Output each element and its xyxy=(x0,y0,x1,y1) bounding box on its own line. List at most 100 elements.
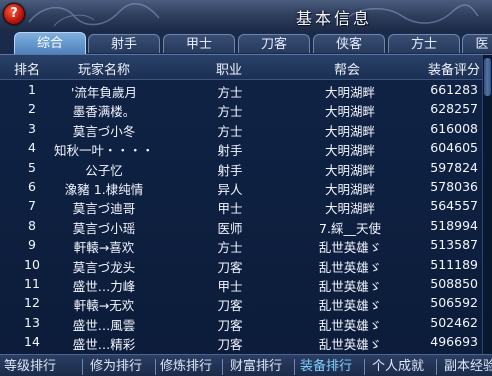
tab-equipment-ranking[interactable]: 装备排行 xyxy=(300,358,352,376)
table-row[interactable]: 8 莫言づ小瑶 医师 7.綵__天使 518994 xyxy=(0,217,482,236)
guild-cell: 乱世英雄ゞ xyxy=(318,298,382,314)
guild-cell: 乱世英雄ゞ xyxy=(318,259,382,275)
table-row[interactable]: 13 盛世…風雲 刀客 乱世英雄ゞ 502462 xyxy=(0,314,482,333)
job-cell: 刀客 xyxy=(217,317,243,333)
table-row[interactable]: 12 軒轅→无欢 刀客 乱世英雄ゞ 506592 xyxy=(0,294,482,313)
job-cell: 甲士 xyxy=(217,279,243,294)
player-name-cell: 軒轅→无欢 xyxy=(73,298,135,314)
scrollbar[interactable] xyxy=(482,55,492,355)
tab-mage[interactable]: 方士 xyxy=(388,34,460,53)
tab-cultivation-ranking[interactable]: 修为排行 xyxy=(90,358,142,376)
score-cell: 496693 xyxy=(430,334,478,350)
player-name-cell: 公子忆 xyxy=(85,162,123,178)
scrollbar-thumb[interactable] xyxy=(484,58,491,96)
help-button[interactable]: ? xyxy=(3,3,25,25)
table-row[interactable]: 11 盛世…力峰 甲士 乱世英雄ゞ 508850 xyxy=(0,275,482,294)
table-row[interactable]: 1 '流年負歲月 方士 大明湖畔 661283 xyxy=(0,81,482,100)
header-name[interactable]: 玩家名称 xyxy=(78,59,130,78)
guild-cell: 乱世英雄ゞ xyxy=(318,279,382,294)
guild-cell: 大明湖畔 xyxy=(324,123,375,139)
player-name-cell: 軒轅→喜欢 xyxy=(73,240,135,256)
score-cell: 616008 xyxy=(430,120,478,136)
score-cell: 513587 xyxy=(430,237,478,253)
tab-warrior[interactable]: 甲士 xyxy=(163,34,235,53)
score-cell: 628257 xyxy=(430,101,478,117)
tab-personal-achievement[interactable]: 个人成就 xyxy=(372,358,424,376)
score-cell: 508850 xyxy=(430,276,478,291)
table-row[interactable]: 5 公子忆 射手 大明湖畔 597824 xyxy=(0,159,482,178)
rank-cell: 14 xyxy=(24,334,40,350)
header-score[interactable]: 装备评分 xyxy=(428,59,480,78)
tab-dungeon-exp[interactable]: 副本经验 xyxy=(444,358,492,376)
ornament-swirl-icon xyxy=(28,2,160,27)
rank-cell: 8 xyxy=(28,217,36,233)
score-cell: 564557 xyxy=(430,198,478,214)
ranking-category-bar: 等级排行 修为排行 修炼排行 财富排行 装备排行 个人成就 副本经验 xyxy=(0,354,492,376)
job-cell: 刀客 xyxy=(217,337,243,353)
guild-cell: 大明湖畔 xyxy=(324,162,375,178)
guild-cell: 乱世英雄ゞ xyxy=(318,317,382,333)
score-cell: 604605 xyxy=(430,140,478,156)
header-guild[interactable]: 帮会 xyxy=(334,59,360,78)
job-cell: 射手 xyxy=(217,162,243,178)
score-cell: 518994 xyxy=(430,217,478,233)
job-cell: 刀客 xyxy=(217,259,243,275)
score-cell: 597824 xyxy=(430,159,478,175)
job-cell: 甲士 xyxy=(217,201,243,217)
tab-knight[interactable]: 侠客 xyxy=(313,34,385,53)
job-cell: 异人 xyxy=(217,182,243,197)
job-cell: 方士 xyxy=(217,104,243,120)
rank-cell: 6 xyxy=(28,179,36,194)
rank-cell: 2 xyxy=(28,101,36,117)
rank-cell: 4 xyxy=(28,140,36,156)
header-rank[interactable]: 排名 xyxy=(14,59,40,78)
guild-cell: 7.綵__天使 xyxy=(319,220,381,236)
table-row[interactable]: 3 莫言づ小冬 方士 大明湖畔 616008 xyxy=(0,120,482,139)
guild-cell: 乱世英雄ゞ xyxy=(318,240,382,256)
table-row[interactable]: 4 知秋一叶・・・・ 射手 大明湖畔 604605 xyxy=(0,139,482,158)
player-name-cell: 知秋一叶・・・・ xyxy=(53,143,154,159)
guild-cell: 大明湖畔 xyxy=(324,143,375,159)
tab-training-ranking[interactable]: 修炼排行 xyxy=(160,358,212,376)
rank-cell: 11 xyxy=(24,276,40,291)
player-name-cell: 莫言づ迪哥 xyxy=(72,201,136,217)
tab-archer[interactable]: 射手 xyxy=(88,34,160,53)
job-cell: 方士 xyxy=(217,240,243,256)
rank-cell: 1 xyxy=(28,82,36,97)
job-cell: 刀客 xyxy=(217,298,243,314)
separator xyxy=(364,359,365,375)
tab-wealth-ranking[interactable]: 财富排行 xyxy=(230,358,282,376)
separator xyxy=(294,359,295,375)
table-header: 排名 玩家名称 职业 帮会 装备评分 xyxy=(0,55,482,80)
tab-blade[interactable]: 刀客 xyxy=(238,34,310,53)
rank-cell: 9 xyxy=(28,237,36,253)
table-row[interactable]: 7 莫言づ迪哥 甲士 大明湖畔 564557 xyxy=(0,197,482,216)
table-row[interactable]: 2 墨香满楼。 方士 大明湖畔 628257 xyxy=(0,100,482,119)
tab-healer[interactable]: 医 xyxy=(462,34,492,53)
player-name-cell: 盛世…力峰 xyxy=(72,279,136,294)
job-cell: 射手 xyxy=(217,143,243,159)
job-cell: 医师 xyxy=(217,220,243,236)
table-row[interactable]: 14 盛世…精彩 刀客 乱世英雄ゞ 496693 xyxy=(0,333,482,352)
tab-all[interactable]: 综合 xyxy=(14,32,86,54)
player-name-cell: 墨香满楼。 xyxy=(72,104,136,120)
table-row[interactable]: 6 潒豬 1.棣纯情 异人 大明湖畔 578036 xyxy=(0,178,482,197)
guild-cell: 大明湖畔 xyxy=(324,201,375,217)
score-cell: 506592 xyxy=(430,295,478,311)
table-row[interactable]: 10 莫言づ龙头 刀客 乱世英雄ゞ 511189 xyxy=(0,256,482,275)
score-cell: 661283 xyxy=(430,82,478,97)
score-cell: 578036 xyxy=(430,179,478,194)
separator xyxy=(155,359,156,375)
ranking-panel: 排名 玩家名称 职业 帮会 装备评分 1 '流年負歲月 方士 大明湖畔 661283 2 墨… xyxy=(0,54,492,355)
job-cell: 方士 xyxy=(217,123,243,139)
job-cell: 方士 xyxy=(217,85,243,100)
title-bar: ? 基本信息 xyxy=(0,0,492,33)
table-row[interactable]: 9 軒轅→喜欢 方士 乱世英雄ゞ 513587 xyxy=(0,236,482,255)
score-cell: 511189 xyxy=(430,256,478,272)
player-name-cell: 潒豬 1.棣纯情 xyxy=(64,182,144,197)
header-job[interactable]: 职业 xyxy=(216,59,242,78)
player-name-cell: 莫言づ小瑶 xyxy=(72,220,136,236)
guild-cell: 大明湖畔 xyxy=(324,182,375,197)
rank-cell: 10 xyxy=(24,256,40,272)
tab-level-ranking[interactable]: 等级排行 xyxy=(4,358,56,376)
